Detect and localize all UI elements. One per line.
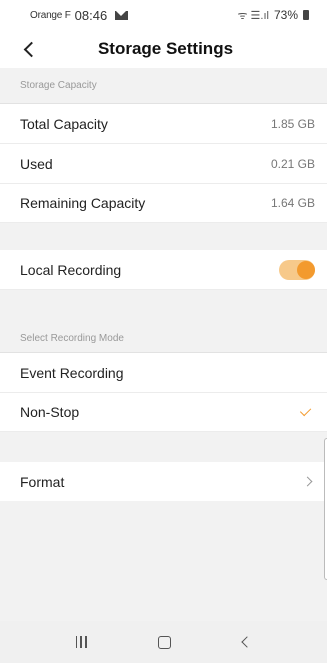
system-nav-bar	[0, 621, 327, 663]
format-label: Format	[20, 473, 65, 490]
app-header: Storage Settings	[0, 30, 327, 68]
used-row: Used 0.21 GB	[0, 144, 327, 184]
section-spacer	[0, 432, 327, 462]
recents-icon[interactable]	[75, 636, 87, 648]
total-capacity-row: Total Capacity 1.85 GB	[0, 104, 327, 144]
storage-settings-screen: Orange F 08:46 ᯤ ☰.ıl 73% Storage Settin…	[0, 0, 327, 663]
total-capacity-value: 1.85 GB	[270, 116, 315, 131]
status-left: Orange F 08:46	[30, 7, 129, 23]
event-recording-label: Event Recording	[20, 364, 124, 381]
carrier-name: Orange F	[30, 9, 71, 21]
format-row[interactable]: Format	[0, 462, 327, 501]
non-stop-label: Non-Stop	[20, 404, 80, 420]
local-recording-row: Local Recording	[0, 250, 327, 290]
battery-percent: 73%	[273, 8, 298, 22]
remaining-capacity-label: Remaining Capacity	[20, 195, 146, 211]
remaining-capacity-value: 1.64 GB	[270, 196, 315, 210]
chevron-right-icon	[302, 476, 313, 487]
home-icon[interactable]	[158, 635, 172, 649]
storage-capacity-section-label: Storage Capacity	[0, 68, 327, 104]
non-stop-option[interactable]: Non-Stop	[0, 393, 327, 432]
local-recording-label: Local Recording	[20, 261, 122, 278]
status-bar: Orange F 08:46 ᯤ ☰.ıl 73%	[0, 0, 327, 30]
remaining-capacity-row: Remaining Capacity 1.64 GB	[0, 184, 327, 223]
status-right: ᯤ ☰.ıl 73%	[237, 8, 309, 23]
back-icon[interactable]	[241, 636, 253, 648]
toggle-knob	[297, 260, 315, 279]
battery-icon	[303, 10, 309, 20]
section-spacer	[0, 223, 327, 250]
back-button[interactable]	[14, 34, 44, 64]
total-capacity-label: Total Capacity	[20, 115, 108, 132]
event-recording-option[interactable]: Event Recording	[0, 353, 327, 393]
mail-icon	[115, 10, 129, 20]
local-recording-toggle[interactable]	[279, 259, 315, 280]
section-spacer	[0, 290, 327, 325]
used-value: 0.21 GB	[270, 156, 315, 171]
recording-mode-section-label: Select Recording Mode	[0, 325, 327, 353]
status-time: 08:46	[74, 7, 108, 23]
chevron-left-icon	[23, 41, 39, 57]
used-label: Used	[20, 155, 53, 172]
signal-icon: ᯤ ☰.ıl	[237, 9, 269, 22]
check-icon	[299, 404, 312, 417]
page-title: Storage Settings	[97, 39, 234, 58]
